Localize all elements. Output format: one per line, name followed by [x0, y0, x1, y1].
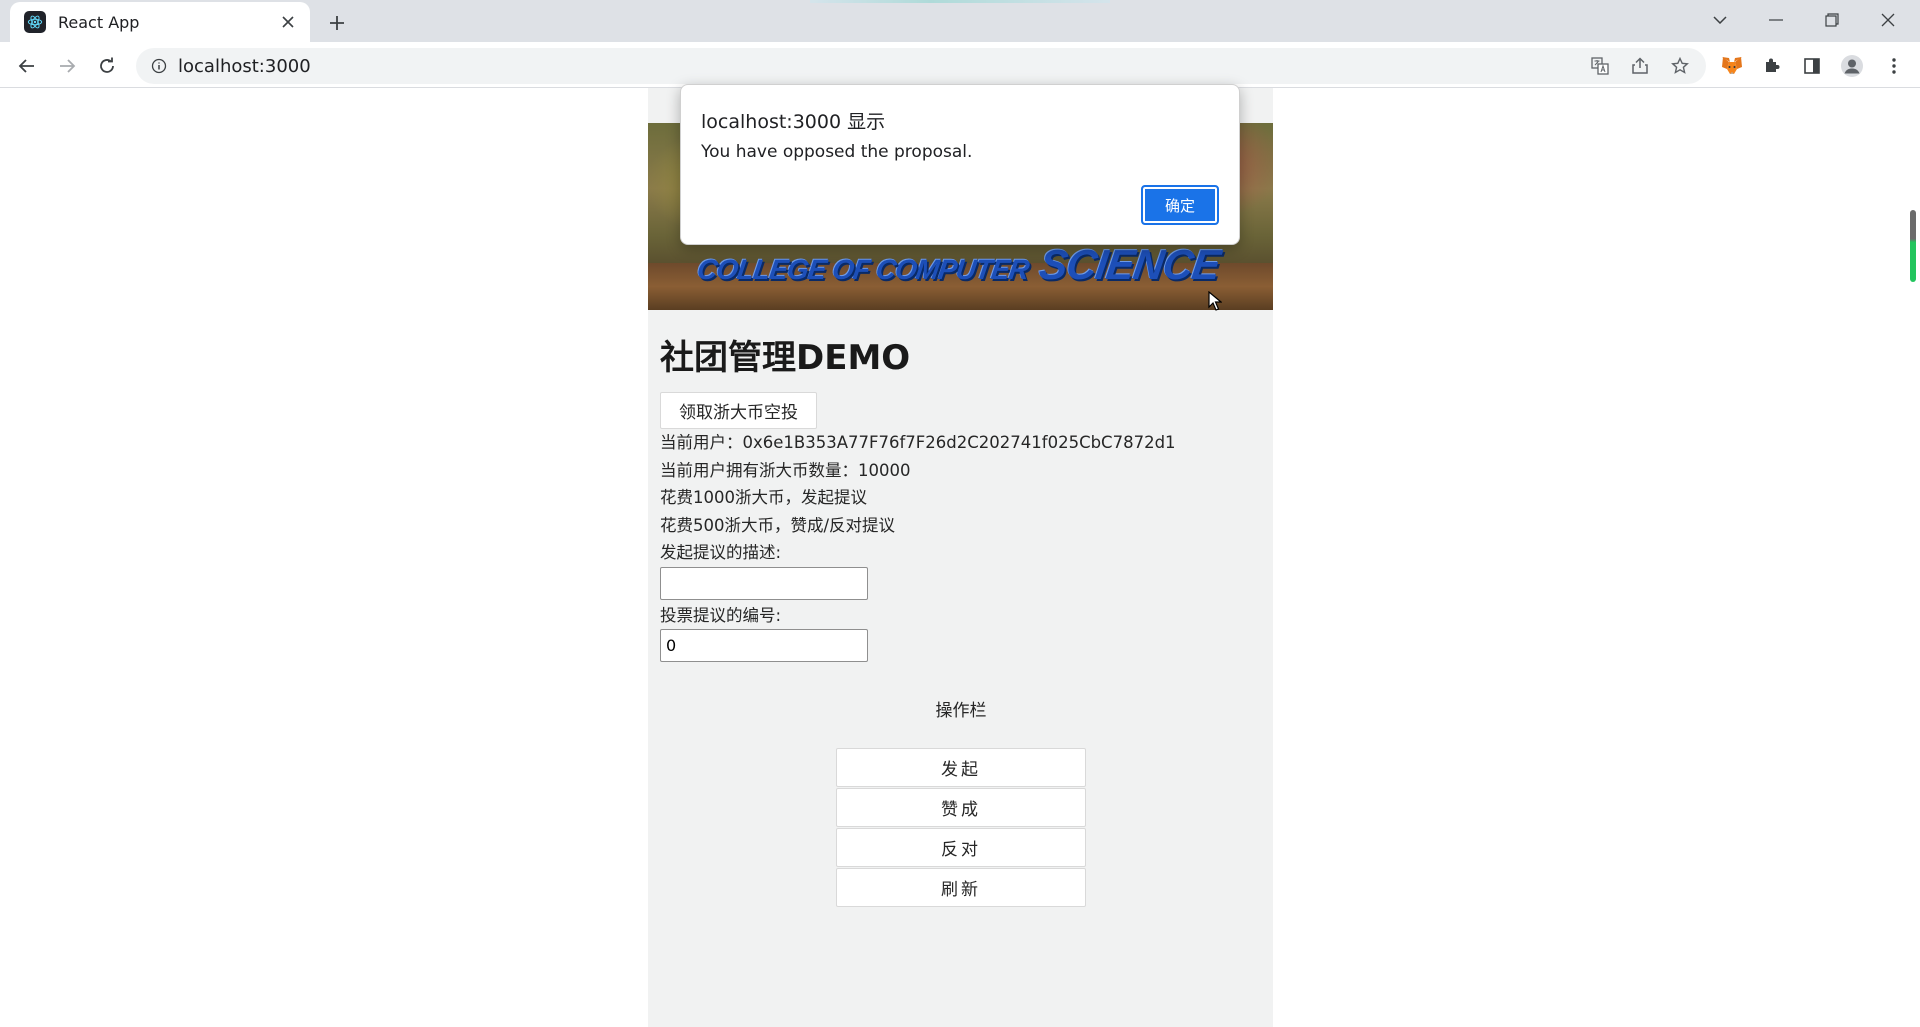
approve-button[interactable]: 赞成	[836, 788, 1086, 827]
new-tab-icon[interactable]	[322, 8, 352, 38]
bookmark-star-icon[interactable]	[1660, 50, 1700, 82]
oppose-button[interactable]: 反对	[836, 828, 1086, 867]
claim-airdrop-button[interactable]: 领取浙大币空投	[660, 392, 817, 429]
address-bar[interactable]: localhost:3000	[136, 48, 1706, 84]
page-scrollbar-thumb[interactable]	[1910, 210, 1916, 282]
react-logo-icon	[24, 11, 46, 33]
profile-avatar-icon[interactable]	[1834, 49, 1870, 83]
tab-search-icon[interactable]	[1692, 0, 1748, 40]
translate-icon[interactable]	[1580, 50, 1620, 82]
dialog-ok-button[interactable]: 确定	[1141, 185, 1219, 225]
dialog-title: localhost:3000 显示	[701, 111, 886, 133]
browser-toolbar: localhost:3000	[0, 42, 1920, 88]
current-user-text: 当前用户：0x6e1B353A77F76f7F26d2C202741f025Cb…	[660, 433, 1176, 452]
extensions-puzzle-icon[interactable]	[1754, 49, 1790, 83]
url-text[interactable]: localhost:3000	[178, 56, 311, 77]
propose-cost-text: 花费1000浙大币，发起提议	[660, 488, 867, 507]
back-icon[interactable]	[10, 49, 44, 83]
page-title: 社团管理DEMO	[660, 338, 911, 378]
close-window-icon[interactable]	[1860, 0, 1916, 40]
reload-icon[interactable]	[90, 49, 124, 83]
banner-text-small: COLLEGE OF COMPUTER	[695, 254, 1031, 285]
banner-text-large: SCIENCE	[1036, 241, 1223, 288]
main-content: 社团管理DEMO 领取浙大币空投 当前用户：0x6e1B353A77F76f7F…	[660, 336, 1260, 662]
mouse-cursor-icon	[1208, 290, 1223, 315]
vote-id-label: 投票提议的编号:	[660, 605, 782, 625]
minimize-icon[interactable]	[1748, 0, 1804, 40]
address-bar-actions	[1580, 50, 1700, 82]
operations-panel: 操作栏 发起 赞成 反对 刷新	[836, 700, 1086, 908]
browser-tab[interactable]: React App	[10, 2, 310, 42]
share-icon[interactable]	[1620, 50, 1660, 82]
alert-dialog: localhost:3000 显示 You have opposed the p…	[680, 84, 1240, 245]
close-tab-icon[interactable]	[272, 6, 304, 38]
restore-icon[interactable]	[1804, 0, 1860, 40]
site-info-icon[interactable]	[140, 48, 178, 84]
metamask-fox-icon[interactable]	[1714, 49, 1750, 83]
tab-strip: React App	[0, 0, 1920, 42]
forward-icon[interactable]	[50, 49, 84, 83]
operations-title: 操作栏	[935, 701, 987, 721]
vote-cost-text: 花费500浙大币，赞成/反对提议	[660, 515, 896, 535]
vote-proposal-id-input[interactable]	[660, 629, 868, 662]
balance-text: 当前用户拥有浙大币数量：10000	[660, 460, 911, 480]
banner-lettering: COLLEGE OF COMPUTER SCIENCE	[695, 241, 1223, 289]
refresh-button[interactable]: 刷新	[836, 868, 1086, 907]
description-label: 发起提议的描述:	[660, 543, 782, 562]
kebab-menu-icon[interactable]	[1876, 49, 1912, 83]
side-panel-icon[interactable]	[1794, 49, 1830, 83]
tab-strip-accent	[810, 0, 1110, 3]
tab-title: React App	[58, 12, 140, 32]
proposal-description-input[interactable]	[660, 566, 868, 600]
propose-button[interactable]: 发起	[836, 748, 1086, 787]
dialog-message: You have opposed the proposal.	[701, 142, 973, 162]
